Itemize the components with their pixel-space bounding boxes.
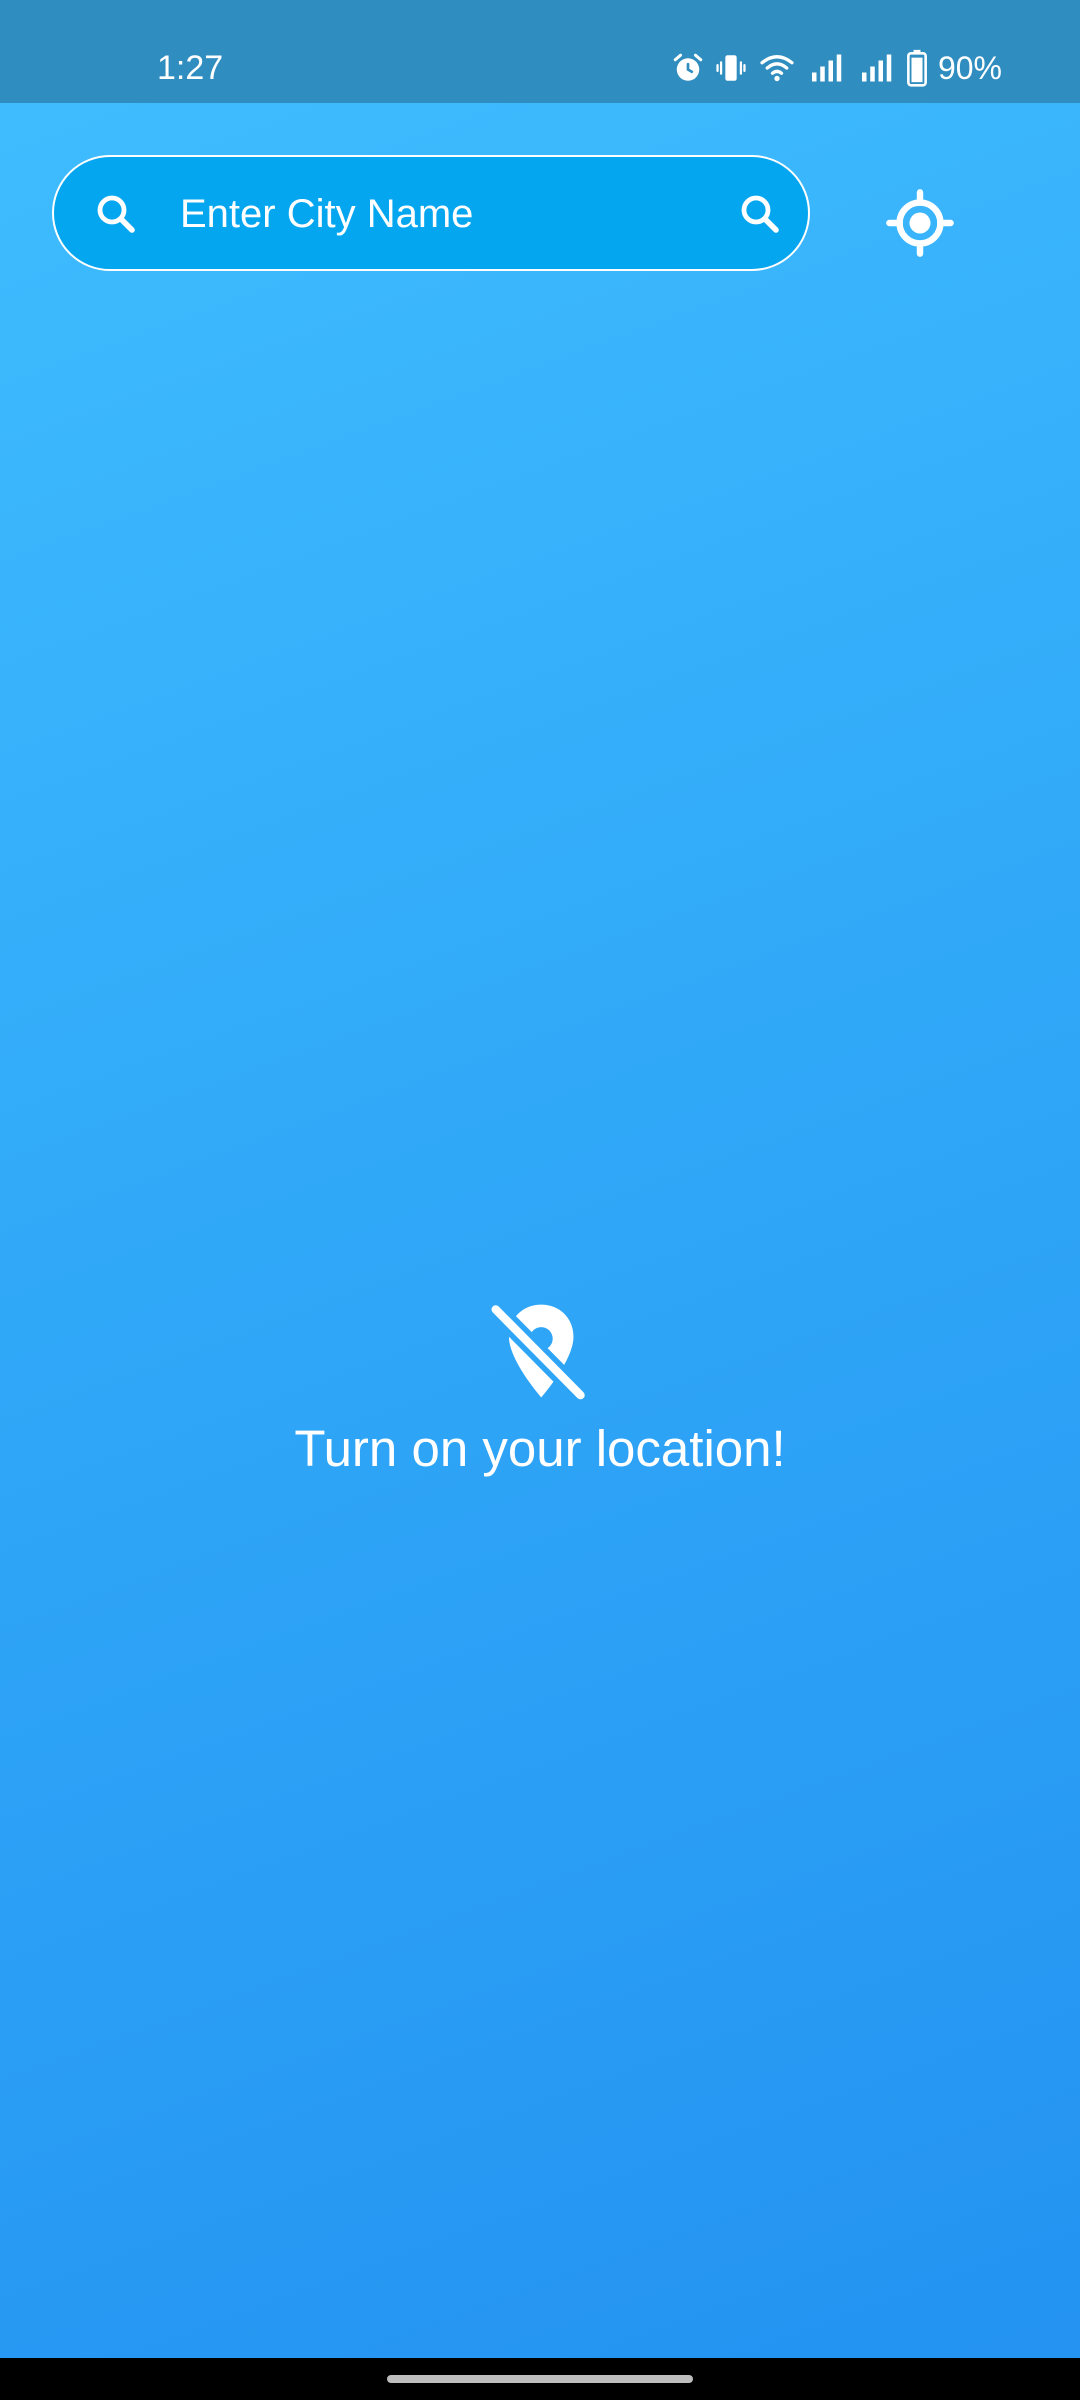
- home-indicator[interactable]: [387, 2375, 693, 2383]
- wifi-icon: [760, 55, 794, 82]
- search-submit-icon[interactable]: [736, 190, 784, 238]
- location-off-message: Turn on your location!: [294, 1420, 786, 1477]
- battery-icon: [907, 49, 927, 87]
- status-time: 1:27: [157, 49, 224, 87]
- city-search-bar[interactable]: [52, 155, 810, 271]
- my-location-icon[interactable]: [885, 188, 955, 258]
- location-off-icon: [491, 1304, 585, 1400]
- navigation-bar: [0, 2358, 1080, 2400]
- vibrate-icon: [716, 55, 746, 81]
- status-icons: 90%: [670, 48, 1002, 88]
- alarm-icon: [673, 53, 703, 81]
- signal-icon: [861, 54, 892, 82]
- signal-icon: [811, 54, 842, 82]
- search-icon: [97, 195, 135, 233]
- battery-percent: 90%: [937, 50, 1002, 86]
- status-bar: 1:27 90%: [0, 0, 1080, 103]
- city-search-input[interactable]: [172, 177, 748, 251]
- weather-screen: 1:27 90% Enter City Name Turn on your lo…: [0, 0, 1080, 2400]
